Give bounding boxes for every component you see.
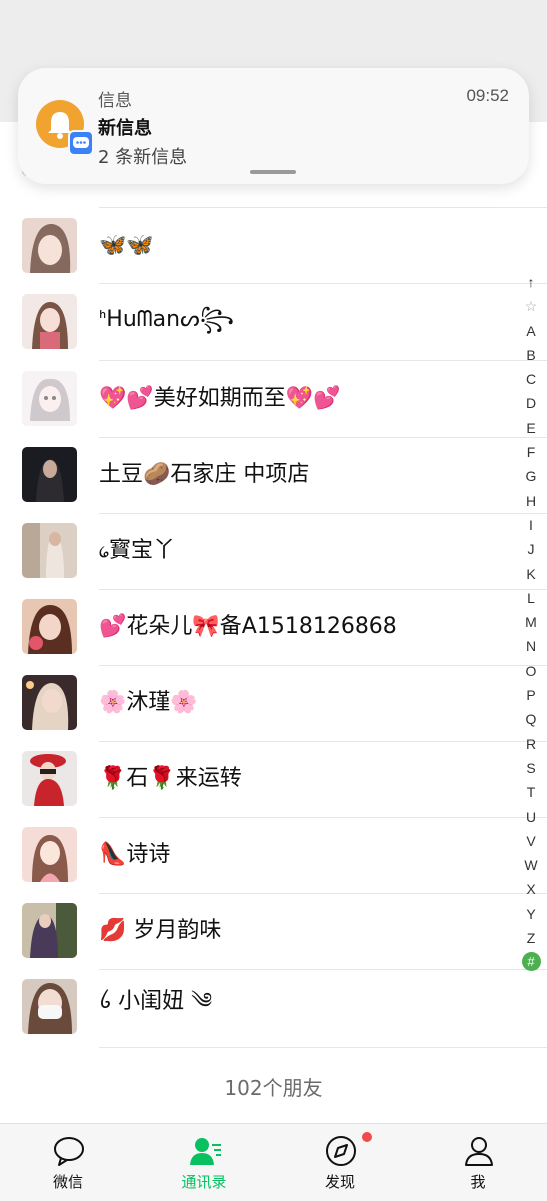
avatar	[22, 675, 77, 730]
index-letter[interactable]: D	[518, 391, 544, 415]
index-letter[interactable]: W	[518, 853, 544, 877]
chat-bubble-icon	[54, 1137, 84, 1166]
index-letter[interactable]: P	[518, 683, 544, 707]
index-letter[interactable]: S	[518, 756, 544, 780]
contact-name: 🦋🦋	[99, 233, 154, 258]
index-letter[interactable]: T	[518, 780, 544, 804]
contact-name: 🌸沐瑾🌸	[99, 690, 198, 715]
contact-row[interactable]: 土豆🥔石家庄 中项店	[0, 437, 547, 514]
index-letter[interactable]: ☆	[518, 294, 544, 318]
avatar	[22, 751, 77, 806]
notification-time: 09:52	[466, 86, 509, 105]
alphabet-index[interactable]: ↑ ☆ A B C D E F G H I J K L M N O P Q R …	[518, 270, 544, 972]
contact-name: 💖💕美好如期而至💖💕	[99, 386, 341, 411]
avatar	[22, 903, 77, 958]
notification-body: 2 条新信息	[98, 147, 188, 168]
contact-row[interactable]: 💖💕美好如期而至💖💕	[0, 361, 547, 438]
tab-discover[interactable]: 发现	[280, 1124, 400, 1201]
tab-label: 发现	[324, 1173, 355, 1191]
contact-row[interactable]: 💋 岁月韵味	[0, 893, 547, 970]
contact-name: ꪉ 小闺妞 ༄	[99, 989, 213, 1014]
avatar	[22, 827, 77, 882]
notification-banner[interactable]: 信息 09:52 新信息 2 条新信息	[18, 68, 529, 184]
index-letter[interactable]: L	[518, 586, 544, 610]
tab-label: 微信	[52, 1173, 83, 1191]
index-letter[interactable]: Y	[518, 902, 544, 926]
compass-icon	[326, 1136, 356, 1166]
contact-name: 💋 岁月韵味	[99, 918, 222, 943]
contact-name: ᥀寳宝丫	[99, 538, 176, 563]
message-app-icon	[68, 130, 94, 156]
contact-name: 🌹石🌹来运转	[99, 766, 242, 791]
tab-label: 通讯录	[181, 1173, 227, 1191]
index-letter[interactable]: Z	[518, 926, 544, 950]
tab-chats[interactable]: 微信	[8, 1124, 128, 1201]
contact-row[interactable]: ꪉ 小闺妞 ༄	[0, 969, 547, 1048]
index-letter[interactable]: N	[518, 634, 544, 658]
contact-row[interactable]: 🌸沐瑾🌸	[0, 665, 547, 742]
avatar	[22, 979, 77, 1034]
index-letter[interactable]: R	[518, 732, 544, 756]
index-letter[interactable]: G	[518, 464, 544, 488]
avatar	[22, 599, 77, 654]
contact-row[interactable]: ᥀寳宝丫	[0, 513, 547, 590]
contact-row[interactable]: 🦋🦋	[0, 208, 547, 284]
avatar	[22, 447, 77, 502]
index-letter[interactable]: F	[518, 440, 544, 464]
index-letter[interactable]: M	[518, 610, 544, 634]
person-icon	[465, 1137, 493, 1166]
index-letter[interactable]: B	[518, 343, 544, 367]
tab-label: 我	[470, 1173, 486, 1191]
contact-name: 💕花朵儿🎀备A1518126868	[99, 614, 397, 639]
index-letter[interactable]: Q	[518, 707, 544, 731]
index-letter[interactable]: K	[518, 562, 544, 586]
index-letter[interactable]: E	[518, 416, 544, 440]
contact-row[interactable]: 👠诗诗	[0, 817, 547, 894]
index-letter[interactable]: U	[518, 805, 544, 829]
index-letter[interactable]: C	[518, 367, 544, 391]
index-letter[interactable]: O	[518, 659, 544, 683]
index-letter[interactable]: A	[518, 319, 544, 343]
contact-row[interactable]: 🌹石🌹来运转	[0, 741, 547, 818]
index-letter[interactable]: H	[518, 489, 544, 513]
index-letter[interactable]: V	[518, 829, 544, 853]
notification-title: 新信息	[98, 118, 152, 139]
contact-name: ᑋHuᗰanᔕ꧂	[99, 307, 235, 332]
avatar	[22, 371, 77, 426]
index-letter[interactable]: I	[518, 513, 544, 537]
contact-name: 土豆🥔石家庄 中项店	[99, 462, 310, 487]
index-letter-hash[interactable]: #	[521, 952, 541, 972]
avatar	[22, 523, 77, 578]
contact-name: 👠诗诗	[99, 842, 171, 867]
tab-me[interactable]: 我	[418, 1124, 538, 1201]
avatar	[22, 218, 77, 273]
index-letter[interactable]: ↑	[518, 270, 544, 294]
notification-app-name: 信息	[98, 91, 132, 111]
contact-row[interactable]: 💕花朵儿🎀备A1518126868	[0, 589, 547, 666]
divider	[99, 1047, 547, 1048]
index-letter[interactable]: X	[518, 877, 544, 901]
contacts-icon	[190, 1138, 221, 1165]
tab-contacts[interactable]: 通讯录	[144, 1124, 264, 1201]
friend-count: 102个朋友	[224, 1076, 323, 1100]
notification-dot	[362, 1132, 372, 1142]
index-letter[interactable]: J	[518, 537, 544, 561]
drag-handle[interactable]	[250, 170, 296, 174]
avatar	[22, 294, 77, 349]
tab-bar: 微信 通讯录 发现 我	[0, 1123, 547, 1201]
contact-row[interactable]: ᑋHuᗰanᔕ꧂	[0, 284, 547, 361]
